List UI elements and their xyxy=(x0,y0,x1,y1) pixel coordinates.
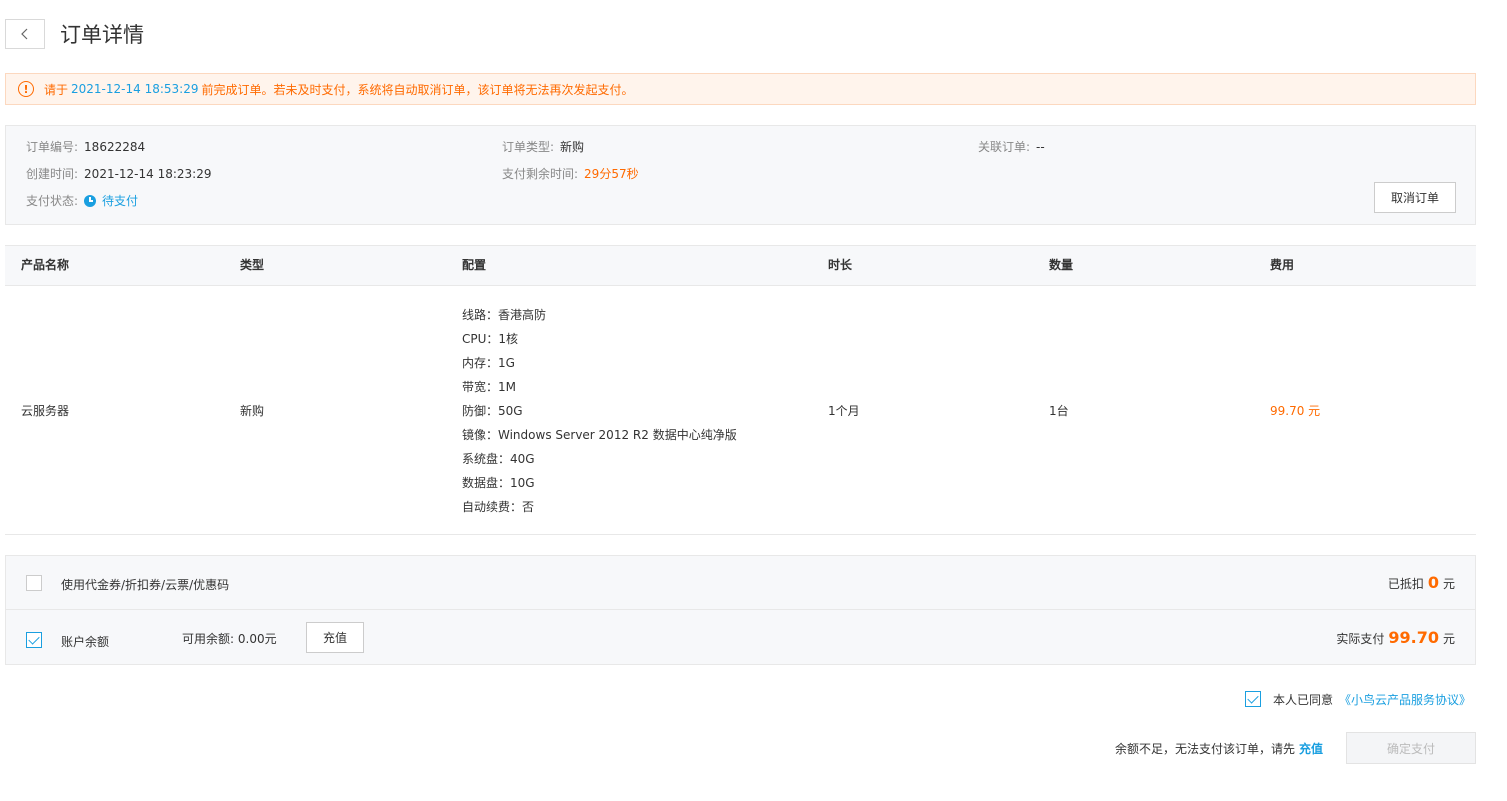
table-row: 云服务器 新购 线路：香港高防 CPU：1核 内存：1G 带宽：1M 防御：50… xyxy=(5,286,1476,535)
available-balance: 可用余额: 0.00元 xyxy=(182,610,277,664)
confirm-payment-button[interactable]: 确定支付 xyxy=(1346,732,1476,764)
order-number-label: 订单编号: xyxy=(26,140,79,154)
order-type-row: 订单类型: 新购 xyxy=(502,138,584,155)
alert-deadline: 2021-12-14 18:53:29 xyxy=(71,82,199,96)
config-item-bandwidth: 带宽：1M xyxy=(462,380,516,394)
coupon-row: 使用代金券/折扣券/云票/优惠码 已抵扣 0 元 xyxy=(6,556,1475,610)
related-order-value: -- xyxy=(1036,139,1045,154)
config-item-data-disk: 数据盘：10G xyxy=(462,476,535,490)
config-list: 线路：香港高防 CPU：1核 内存：1G 带宽：1M 防御：50G 镜像：Win… xyxy=(462,306,737,522)
chevron-left-icon xyxy=(21,28,28,40)
duration-cell: 1个月 xyxy=(828,403,860,418)
clock-icon xyxy=(84,194,97,207)
column-header-quantity: 数量 xyxy=(1049,258,1074,272)
related-order-label: 关联订单: xyxy=(978,140,1031,154)
deducted-unit: 元 xyxy=(1442,577,1455,591)
insufficient-balance-message: 余额不足，无法支付该订单，请先 充值 xyxy=(1115,740,1323,757)
actual-payment-unit: 元 xyxy=(1442,632,1455,646)
related-order-row: 关联订单: -- xyxy=(978,138,1045,155)
payment-status-row: 支付状态: 待支付 xyxy=(26,192,138,209)
order-items-table: 产品名称 类型 配置 时长 数量 费用 云服务器 新购 线路：香港高防 CPU：… xyxy=(5,245,1476,535)
actual-payment-summary: 实际支付 99.70 元 xyxy=(1336,628,1455,647)
order-type-value: 新购 xyxy=(560,140,585,154)
price-cell: 99.70 元 xyxy=(1270,403,1321,418)
coupon-checkbox[interactable] xyxy=(26,575,42,591)
cancel-order-button[interactable]: 取消订单 xyxy=(1374,182,1456,213)
column-header-config: 配置 xyxy=(462,258,487,272)
payment-status-value: 待支付 xyxy=(102,194,139,208)
order-number-value: 18622284 xyxy=(84,139,146,154)
quantity-cell: 1台 xyxy=(1049,403,1069,418)
created-time-row: 创建时间: 2021-12-14 18:23:29 xyxy=(26,165,212,182)
product-name-cell: 云服务器 xyxy=(21,403,70,418)
remaining-time-value: 29分57秒 xyxy=(584,167,639,181)
config-item-memory: 内存：1G xyxy=(462,356,515,370)
deducted-value: 0 xyxy=(1427,573,1439,592)
footer-recharge-link[interactable]: 充值 xyxy=(1299,742,1323,756)
table-header: 产品名称 类型 配置 时长 数量 费用 xyxy=(5,245,1476,286)
agreement-text: 本人已同意 xyxy=(1273,692,1334,707)
balance-checkbox[interactable] xyxy=(26,632,42,648)
coupon-label: 使用代金券/折扣券/云票/优惠码 xyxy=(61,578,230,592)
column-header-type: 类型 xyxy=(240,258,265,272)
config-item-defense: 防御：50G xyxy=(462,404,523,418)
agreement-checkbox[interactable] xyxy=(1245,691,1261,707)
config-item-auto-renew: 自动续费：否 xyxy=(462,500,535,514)
alert-suffix: 前完成订单。若未及时支付，系统将自动取消订单，该订单将无法再次发起支付。 xyxy=(201,82,634,97)
payment-deadline-alert: ! 请于 2021-12-14 18:53:29 前完成订单。若未及时支付，系统… xyxy=(5,73,1476,105)
recharge-button[interactable]: 充值 xyxy=(306,622,364,653)
available-balance-value: 0.00元 xyxy=(237,632,277,646)
agreement-link[interactable]: 《小鸟云产品服务协议》 xyxy=(1339,691,1471,708)
column-header-price: 费用 xyxy=(1270,258,1295,272)
balance-label: 账户余额 xyxy=(61,635,110,649)
actual-payment-value: 99.70 xyxy=(1388,628,1439,647)
created-time-label: 创建时间: xyxy=(26,167,79,181)
config-item-cpu: CPU：1核 xyxy=(462,332,519,346)
order-type-label: 订单类型: xyxy=(502,140,555,154)
order-info-panel: 订单编号: 18622284 创建时间: 2021-12-14 18:23:29… xyxy=(5,125,1476,225)
remaining-time-row: 支付剩余时间: 29分57秒 xyxy=(502,165,639,182)
insufficient-balance-text: 余额不足，无法支付该订单，请先 xyxy=(1115,742,1296,756)
product-type-cell: 新购 xyxy=(240,403,265,418)
back-button[interactable] xyxy=(5,19,45,49)
remaining-time-label: 支付剩余时间: xyxy=(502,167,579,181)
page-header: 订单详情 xyxy=(5,18,144,50)
page-title: 订单详情 xyxy=(60,23,144,47)
exclamation-circle-icon: ! xyxy=(18,81,34,97)
created-time-value: 2021-12-14 18:23:29 xyxy=(84,166,212,181)
config-item-system-disk: 系统盘：40G xyxy=(462,452,535,466)
payment-panel: 使用代金券/折扣券/云票/优惠码 已抵扣 0 元 账户余额 可用余额: 0.00… xyxy=(5,555,1476,665)
balance-row: 账户余额 可用余额: 0.00元 充值 实际支付 99.70 元 xyxy=(6,610,1475,664)
column-header-product: 产品名称 xyxy=(21,258,70,272)
payment-status-label: 支付状态: xyxy=(26,194,79,208)
deducted-summary: 已抵扣 0 元 xyxy=(1388,573,1455,592)
agreement-row: 本人已同意 《小鸟云产品服务协议》 xyxy=(1245,690,1471,708)
config-item-image: 镜像：Windows Server 2012 R2 数据中心纯净版 xyxy=(462,428,737,442)
available-balance-label: 可用余额: xyxy=(182,632,235,646)
column-header-duration: 时长 xyxy=(828,258,853,272)
alert-prefix: 请于 xyxy=(44,82,69,97)
deducted-label: 已抵扣 xyxy=(1387,577,1424,591)
actual-payment-label: 实际支付 xyxy=(1336,632,1385,646)
status-badge: 待支付 xyxy=(84,192,138,209)
config-item-line: 线路：香港高防 xyxy=(462,308,547,322)
order-number-row: 订单编号: 18622284 xyxy=(26,138,145,155)
